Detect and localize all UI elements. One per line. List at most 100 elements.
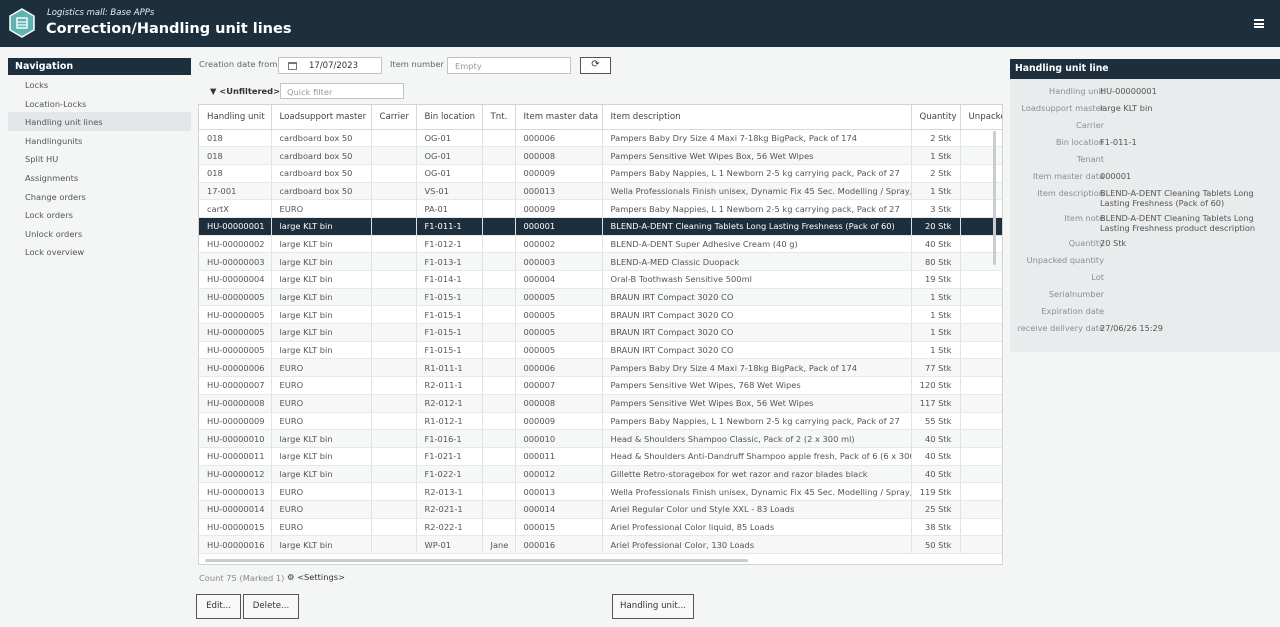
table-row[interactable]: HU-00000011 large KLT bin F1-021-1 000011 He… bbox=[199, 447, 1002, 466]
column-header-quantity[interactable]: Quantity bbox=[911, 105, 961, 130]
page-title: Correction/Handling unit lines bbox=[46, 21, 292, 37]
table-cell: R2-022-1 bbox=[416, 518, 483, 537]
table-cell: 000003 bbox=[515, 252, 603, 271]
nav-item-location-locks[interactable]: Location-Locks bbox=[8, 94, 191, 113]
table-row[interactable]: HU-00000003 large KLT bin F1-013-1 000003 BL… bbox=[199, 252, 1002, 271]
detail-label: Item description bbox=[1037, 188, 1104, 198]
table-row[interactable]: HU-00000014 EURO R2-021-1 000014 Ariel Regul… bbox=[199, 500, 1002, 519]
column-header-carrier[interactable]: Carrier bbox=[371, 105, 417, 130]
table-cell: R2-013-1 bbox=[416, 482, 483, 501]
delete-button[interactable]: Delete... bbox=[243, 594, 299, 619]
table-row[interactable]: cartX EURO PA-01 000009 Pampers Baby Nappies… bbox=[199, 199, 1002, 218]
table-row[interactable]: HU-00000015 EURO R2-022-1 000015 Ariel Profe… bbox=[199, 518, 1002, 537]
table-cell bbox=[960, 358, 1002, 378]
table-cell bbox=[960, 217, 1002, 236]
table-cell bbox=[482, 146, 516, 165]
table-row[interactable]: HU-00000007 EURO R2-011-1 000007 Pampers Sen… bbox=[199, 376, 1002, 395]
filter-toggle[interactable]: ▼ <Unfiltered> bbox=[210, 86, 280, 96]
edit-button[interactable]: Edit... bbox=[196, 594, 241, 619]
row-count: Count 75 (Marked 1) bbox=[199, 573, 285, 583]
column-header-item-description[interactable]: Item description bbox=[602, 105, 912, 130]
table-row[interactable]: HU-00000005 large KLT bin F1-015-1 000005 BR… bbox=[199, 323, 1002, 342]
table-cell: HU-00000001 bbox=[199, 217, 272, 236]
table-row[interactable]: 018 cardboard box 50 OG-01 000008 Pampers Se… bbox=[199, 146, 1002, 165]
column-header-item-master-data[interactable]: Item master data bbox=[515, 105, 603, 130]
refresh-button[interactable]: ⟳ bbox=[580, 57, 611, 74]
table-row[interactable]: 17-001 cardboard box 50 VS-01 000013 Wella P… bbox=[199, 182, 1002, 201]
table-row[interactable]: HU-00000002 large KLT bin F1-012-1 000002 BL… bbox=[199, 235, 1002, 254]
table-row[interactable]: HU-00000005 large KLT bin F1-015-1 000005 BR… bbox=[199, 305, 1002, 325]
table-cell bbox=[482, 500, 516, 519]
detail-label: Item note bbox=[1064, 213, 1104, 223]
table-row[interactable]: HU-00000005 large KLT bin F1-015-1 000005 BR… bbox=[199, 341, 1002, 360]
detail-row-item-note: Item note BLEND-A-DENT Cleaning Tablets L… bbox=[1010, 213, 1280, 238]
vertical-scrollbar[interactable] bbox=[993, 131, 996, 265]
refresh-icon: ⟳ bbox=[591, 59, 600, 70]
table-cell bbox=[482, 429, 516, 448]
column-header-tnt-[interactable]: Tnt. bbox=[482, 105, 516, 130]
table-cell bbox=[960, 164, 1002, 183]
nav-item-split-hu[interactable]: Split HU bbox=[8, 149, 191, 168]
table-cell: HU-00000005 bbox=[199, 288, 272, 307]
nav-item-assignments[interactable]: Assignments bbox=[8, 168, 191, 187]
item-number-input[interactable]: Empty bbox=[447, 57, 571, 74]
detail-row-item-description: Item description BLEND-A-DENT Cleaning Ta… bbox=[1010, 188, 1280, 213]
column-header-bin-location[interactable]: Bin location bbox=[416, 105, 483, 130]
nav-item-change-orders[interactable]: Change orders bbox=[8, 187, 191, 206]
table-cell: 000012 bbox=[515, 465, 603, 484]
table-cell bbox=[371, 376, 417, 395]
table-row[interactable]: HU-00000016 large KLT bin WP-01 Jane 000016 A… bbox=[199, 535, 1002, 554]
table-cell bbox=[482, 270, 516, 289]
table-cell: 40 Stk bbox=[911, 465, 961, 484]
nav-item-lock-overview[interactable]: Lock overview bbox=[8, 242, 191, 261]
table-row[interactable]: HU-00000013 EURO R2-013-1 000013 Wella Profe… bbox=[199, 482, 1002, 501]
app-logo-icon[interactable] bbox=[8, 8, 36, 38]
table-row[interactable]: HU-00000008 EURO R2-012-1 000008 Pampers Sen… bbox=[199, 394, 1002, 413]
table-row[interactable]: HU-00000009 EURO R1-012-1 000009 Pampers Bab… bbox=[199, 412, 1002, 431]
table-row[interactable]: HU-00000005 large KLT bin F1-015-1 000005 BR… bbox=[199, 288, 1002, 307]
nav-item-locks[interactable]: Locks bbox=[8, 75, 191, 94]
table-cell: 20 Stk bbox=[911, 217, 961, 236]
detail-row-expiration-date: Expiration date bbox=[1010, 306, 1280, 323]
handling-unit-button[interactable]: Handling unit... bbox=[612, 594, 694, 619]
table-cell bbox=[371, 412, 417, 431]
table-cell: Pampers Baby Nappies, L 1 Newborn 2-5 kg… bbox=[602, 412, 912, 431]
table-row[interactable]: 018 cardboard box 50 OG-01 000009 Pampers Ba… bbox=[199, 164, 1002, 183]
table-row[interactable]: HU-00000004 large KLT bin F1-014-1 000004 Or… bbox=[199, 270, 1002, 289]
table-cell: EURO bbox=[271, 199, 372, 218]
column-header-handling-unit[interactable]: Handling unit bbox=[199, 105, 272, 130]
detail-value: large KLT bin bbox=[1100, 103, 1153, 113]
table-row[interactable]: HU-00000006 EURO R1-011-1 000006 Pampers Bab… bbox=[199, 358, 1002, 378]
calendar-icon[interactable] bbox=[288, 62, 297, 70]
table-cell: F1-013-1 bbox=[416, 252, 483, 271]
nav-item-lock-orders[interactable]: Lock orders bbox=[8, 205, 191, 224]
table-row[interactable]: HU-00000001 large KLT bin F1-011-1 000001 BL… bbox=[199, 217, 1002, 236]
settings-link[interactable]: ⚙ <Settings> bbox=[287, 572, 345, 582]
nav-item-handling-unit-lines[interactable]: Handling unit lines bbox=[8, 112, 191, 131]
table-cell: 000006 bbox=[515, 358, 603, 378]
table-cell: cardboard box 50 bbox=[271, 129, 372, 148]
table-cell bbox=[960, 535, 1002, 554]
table-cell: HU-00000008 bbox=[199, 394, 272, 413]
table-cell: 000007 bbox=[515, 376, 603, 395]
table-cell: F1-016-1 bbox=[416, 429, 483, 448]
table-cell bbox=[482, 323, 516, 342]
quick-filter-input[interactable]: Quick filter bbox=[280, 83, 404, 99]
hamburger-icon[interactable] bbox=[1254, 19, 1264, 28]
table-row[interactable]: HU-00000012 large KLT bin F1-022-1 000012 Gi… bbox=[199, 465, 1002, 484]
table-cell bbox=[960, 447, 1002, 466]
table-row[interactable]: 018 cardboard box 50 OG-01 000006 Pampers Ba… bbox=[199, 129, 1002, 148]
table-row[interactable]: HU-00000010 large KLT bin F1-016-1 000010 He… bbox=[199, 429, 1002, 448]
table-cell: 120 Stk bbox=[911, 376, 961, 395]
table-cell: R2-012-1 bbox=[416, 394, 483, 413]
horizontal-scrollbar[interactable] bbox=[205, 559, 748, 562]
creation-date-field[interactable]: 17/07/2023 bbox=[278, 57, 382, 74]
table-cell: 1 Stk bbox=[911, 182, 961, 201]
table-cell bbox=[371, 535, 417, 554]
nav-item-unlock-orders[interactable]: Unlock orders bbox=[8, 224, 191, 243]
table-cell: R1-012-1 bbox=[416, 412, 483, 431]
column-header-unpacked[interactable]: Unpacked bbox=[960, 105, 1002, 130]
nav-item-handlingunits[interactable]: Handlingunits bbox=[8, 131, 191, 150]
table-cell: BRAUN IRT Compact 3020 CO bbox=[602, 288, 912, 307]
column-header-loadsupport-master[interactable]: Loadsupport master bbox=[271, 105, 372, 130]
